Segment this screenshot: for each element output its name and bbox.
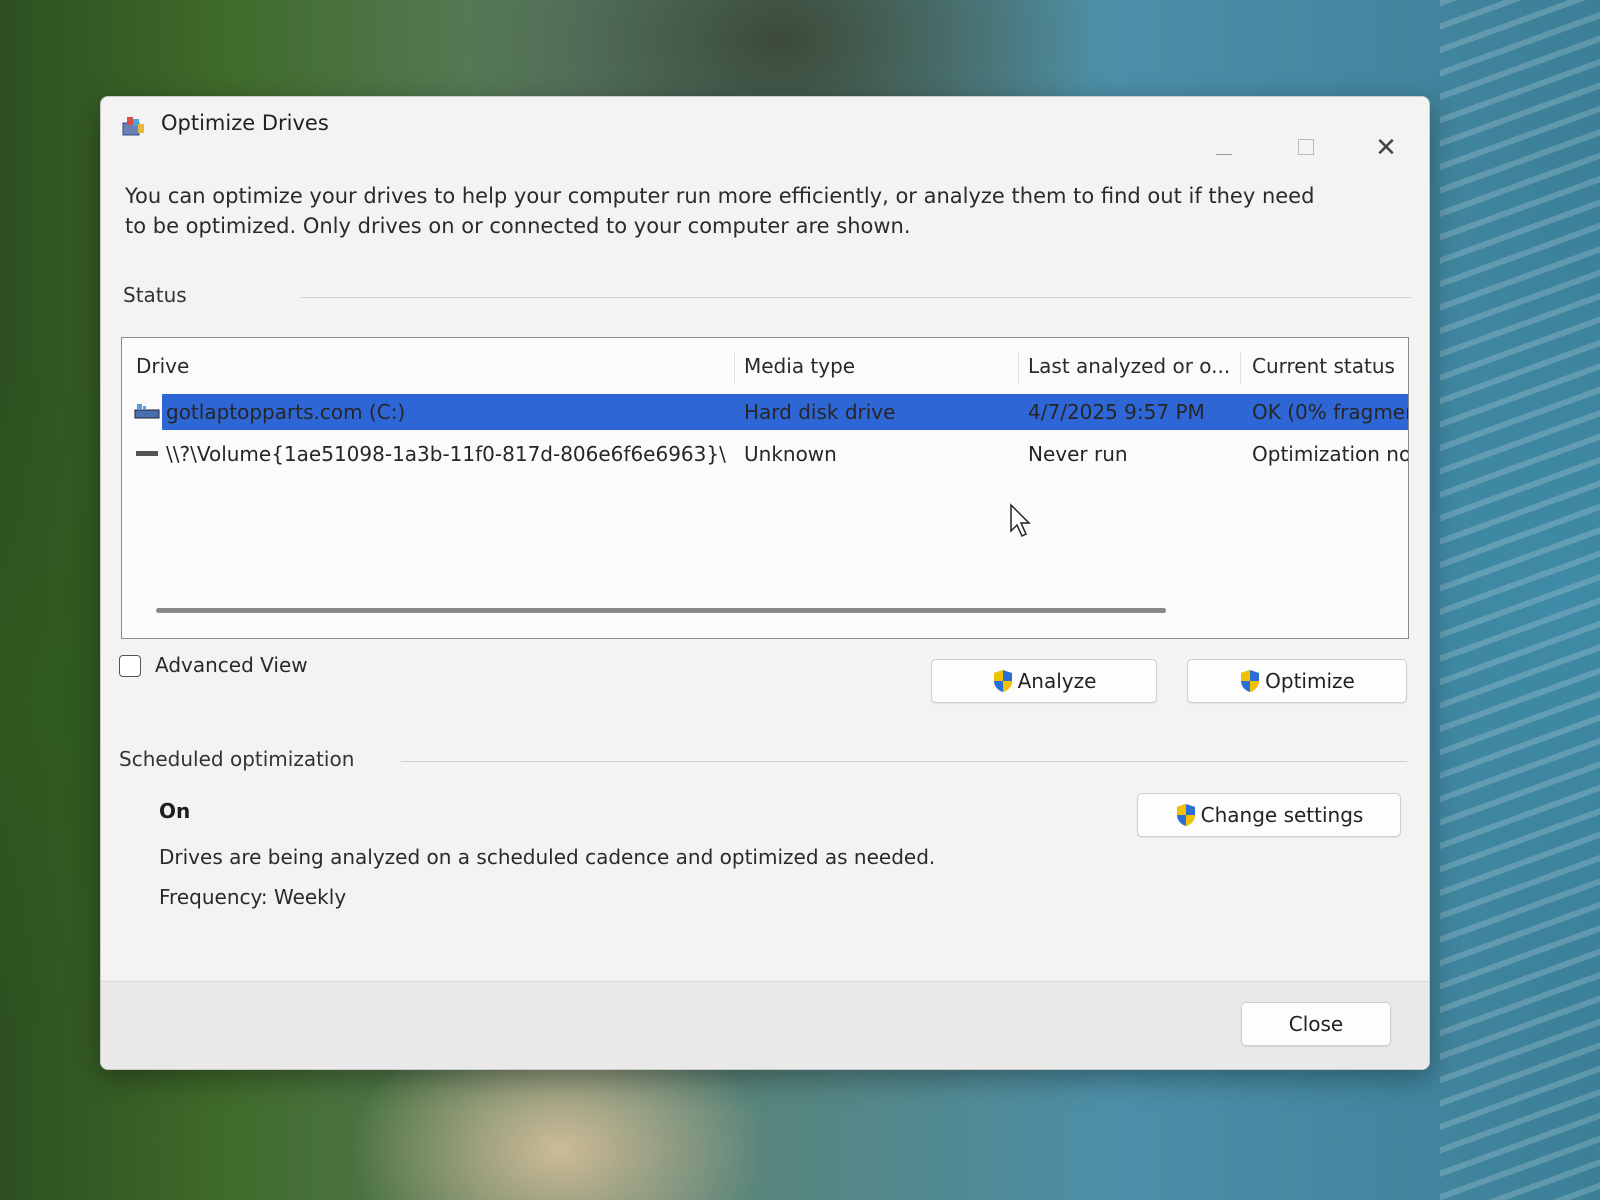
column-header-last-analyzed[interactable]: Last analyzed or o... [1028,354,1230,378]
uac-shield-icon [1241,670,1260,692]
drive-name-cell: \\?\Volume{1ae51098-1a3b-11f0-817d-806e6… [166,442,726,466]
schedule-state: On [159,799,191,823]
window-title: Optimize Drives [161,111,329,135]
last-analyzed-cell: Never run [1028,442,1128,466]
last-analyzed-cell: 4/7/2025 9:57 PM [1028,400,1205,424]
drive-icon [136,451,158,456]
advanced-view-checkbox[interactable] [119,655,141,677]
drive-list[interactable]: Drive Media type Last analyzed or o... C… [121,337,1409,639]
column-header-current-status[interactable]: Current status [1252,354,1395,378]
description-text: You can optimize your drives to help you… [125,184,1315,238]
drive-row-c[interactable]: gotlaptopparts.com (C:) Hard disk drive … [130,394,1408,430]
dialog-footer: Close [101,981,1429,1069]
scheduled-section-label: Scheduled optimization [119,747,355,771]
uac-shield-icon [993,670,1012,692]
column-divider[interactable] [1240,352,1241,384]
drive-row-volume[interactable]: \\?\Volume{1ae51098-1a3b-11f0-817d-806e6… [130,436,1408,472]
optimize-drives-window: Optimize Drives ✕ You can optimize your … [100,96,1430,1070]
column-header-media-type[interactable]: Media type [744,354,855,378]
close-icon: ✕ [1375,133,1397,163]
media-type-cell: Hard disk drive [744,400,896,424]
current-status-cell: Optimization no [1252,442,1408,466]
column-divider[interactable] [734,352,735,384]
close-button[interactable]: Close [1241,1002,1391,1046]
change-settings-label: Change settings [1200,803,1364,827]
schedule-frequency: Frequency: Weekly [159,885,347,909]
optimize-button-label: Optimize [1265,669,1355,693]
minimize-button[interactable] [1201,133,1247,165]
change-settings-button[interactable]: Change settings [1137,793,1401,837]
maximize-icon [1298,139,1314,155]
maximize-button[interactable] [1283,133,1329,165]
current-status-cell: OK (0% fragmen [1252,400,1408,424]
schedule-description: Drives are being analyzed on a scheduled… [159,845,936,869]
analyze-button[interactable]: Analyze [931,659,1157,703]
column-header-drive[interactable]: Drive [136,354,189,378]
analyze-button-label: Analyze [1017,669,1097,693]
minimize-icon [1216,154,1232,155]
column-divider[interactable] [1018,352,1019,384]
mouse-pointer-icon [1010,503,1031,538]
hard-drive-icon [134,404,160,419]
horizontal-scrollbar[interactable] [156,608,1166,613]
status-divider [301,297,1411,298]
status-section-label: Status [123,283,187,307]
advanced-view-label: Advanced View [155,653,308,677]
title-bar[interactable]: Optimize Drives ✕ [101,97,1429,163]
scheduled-divider [401,761,1407,762]
media-type-cell: Unknown [744,442,837,466]
wallpaper [1440,0,1600,1200]
optimize-button[interactable]: Optimize [1187,659,1407,703]
close-button-label: Close [1288,1012,1344,1036]
drive-name-cell: gotlaptopparts.com (C:) [166,400,406,424]
close-window-button[interactable]: ✕ [1363,133,1409,165]
defrag-app-icon [122,117,144,136]
uac-shield-icon [1176,804,1195,826]
